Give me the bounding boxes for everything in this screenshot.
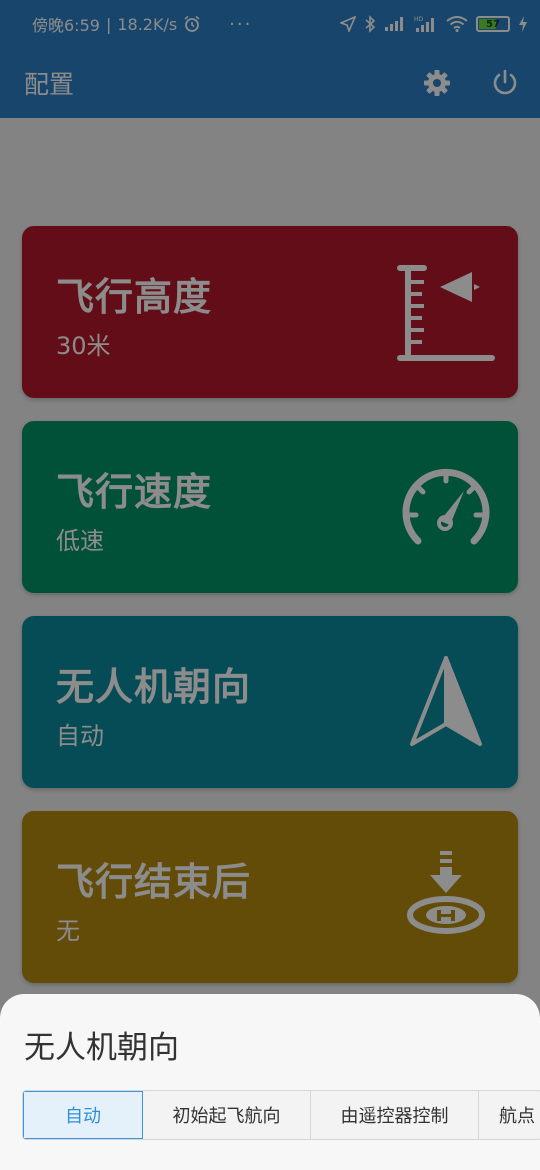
option-remote-control[interactable]: 由遥控器控制: [311, 1091, 479, 1139]
option-waypoint[interactable]: 航点: [479, 1091, 540, 1139]
sheet-title: 无人机朝向: [24, 1030, 179, 1066]
option-auto[interactable]: 自动: [23, 1091, 143, 1139]
option-initial-takeoff-heading[interactable]: 初始起飞航向: [143, 1091, 311, 1139]
heading-options: 自动 初始起飞航向 由遥控器控制 航点: [22, 1090, 540, 1140]
bottom-sheet: 无人机朝向 自动 初始起飞航向 由遥控器控制 航点: [0, 994, 540, 1170]
